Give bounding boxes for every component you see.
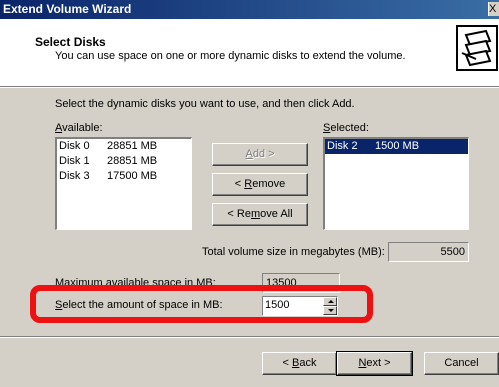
- cancel-button[interactable]: Cancel: [424, 352, 499, 375]
- selected-label: Selected:: [323, 122, 369, 134]
- page-subtitle: You can use space on one or more dynamic…: [55, 50, 406, 62]
- instructions-text: Select the dynamic disks you want to use…: [55, 98, 355, 110]
- close-button[interactable]: X: [488, 2, 499, 16]
- page-title: Select Disks: [35, 35, 106, 49]
- next-button[interactable]: Next >: [336, 351, 413, 376]
- selected-disks-list[interactable]: Disk 2 1500 MB: [323, 137, 469, 230]
- remove-button[interactable]: < Remove: [212, 173, 308, 196]
- add-button[interactable]: Add >: [212, 143, 308, 166]
- total-size-value: 5500: [388, 242, 469, 262]
- list-item[interactable]: Disk 0 28851 MB: [57, 139, 191, 154]
- list-item[interactable]: Disk 1 28851 MB: [57, 154, 191, 169]
- available-label: Available:: [55, 122, 103, 134]
- wizard-disk-icon: [456, 25, 498, 71]
- remove-all-button[interactable]: < Remove All: [212, 203, 308, 226]
- available-disks-list[interactable]: Disk 0 28851 MB Disk 1 28851 MB Disk 3 1750…: [55, 137, 192, 230]
- list-item[interactable]: Disk 3 17500 MB: [57, 169, 191, 184]
- window-title: Extend Volume Wizard: [3, 2, 132, 16]
- header-separator: [0, 87, 499, 88]
- highlight-annotation: [30, 285, 373, 323]
- total-size-label: Total volume size in megabytes (MB):: [202, 246, 385, 258]
- footer-separator: [0, 336, 499, 338]
- wizard-header: Select Disks You can use space on one or…: [0, 19, 499, 87]
- back-button[interactable]: < Back: [262, 352, 337, 375]
- title-bar: Extend Volume Wizard X: [0, 0, 499, 19]
- list-item-selected[interactable]: Disk 2 1500 MB: [325, 139, 468, 154]
